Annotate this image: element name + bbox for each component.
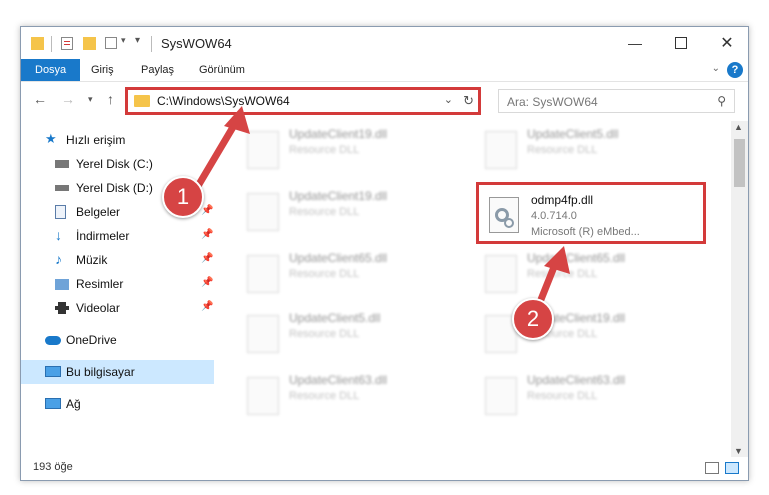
annotation-arrows <box>194 106 570 316</box>
step-badge-2: 2 <box>512 298 554 340</box>
step-badge-1: 1 <box>162 176 204 218</box>
